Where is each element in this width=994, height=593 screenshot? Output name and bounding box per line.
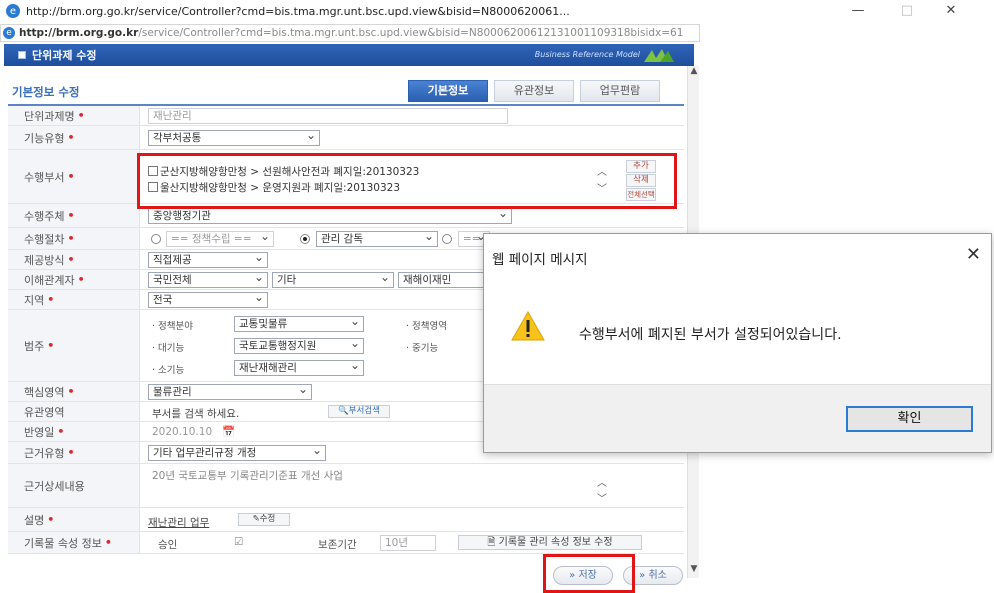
stakeholder-label: 이해관계자 • <box>8 270 140 289</box>
brm-logo-icon <box>644 49 674 62</box>
row-description: 설명 • 재난관리 업무 ✎수정 <box>8 508 684 532</box>
textarea-scroll-down-icon[interactable]: ﹀ <box>597 490 607 505</box>
row-record-attr: 기록물 속성 정보 • 승인 ☑ 보존기간 10년 🗎 기록물 관리 속성 정보 … <box>8 532 684 554</box>
calendar-icon[interactable]: 📅 <box>222 425 235 438</box>
address-bar[interactable]: e http://brm.org.go.kr/service/Controlle… <box>0 24 700 42</box>
procedure-radio-2[interactable] <box>300 234 310 244</box>
dialog-footer: 확인 <box>484 384 991 452</box>
retention-label: 보존기간 <box>318 539 357 551</box>
tab-manual[interactable]: 업무편람 <box>580 80 660 102</box>
func-type-label: 기능유형 • <box>8 126 140 149</box>
large-func-select[interactable]: 국토교통행정지원 <box>234 338 364 354</box>
related-area-label: 유관영역 <box>8 402 140 421</box>
url-path: /service/Controller?cmd=bis.tma.mgr.unt.… <box>138 27 684 39</box>
address-url: http://brm.org.go.kr/service/Controller?… <box>19 27 683 39</box>
dept-label: 수행부서 • <box>8 150 140 203</box>
page-title: 단위과제 수정 <box>32 49 97 62</box>
stakeholder-select-2[interactable]: 기타 <box>272 272 394 288</box>
approval-label: 승인 <box>158 539 178 551</box>
tab-basic-info[interactable]: 기본정보 <box>408 80 488 102</box>
approval-checkbox[interactable]: ☑ <box>234 536 243 548</box>
dept-highlight-box <box>137 153 677 209</box>
page-header: 단위과제 수정 Business Reference Model <box>4 44 694 66</box>
textarea-scroll-up-icon[interactable]: ︿ <box>597 474 607 489</box>
search-icon: 🔍 <box>338 406 349 416</box>
related-area-hint: 부서를 검색 하세요. <box>152 408 240 420</box>
procedure-label: 수행절차 • <box>8 228 140 249</box>
description-edit-button[interactable]: ✎수정 <box>238 513 290 526</box>
header-square-icon <box>18 51 26 59</box>
maximize-button[interactable]: □ <box>897 2 917 20</box>
brm-brand: Business Reference Model <box>534 50 640 59</box>
reflect-date-value[interactable]: 2020.10.10 <box>152 426 212 438</box>
description-value: 재난관리 업무 <box>148 517 210 529</box>
dialog-title: 웹 페이지 메시지 <box>492 252 588 268</box>
basis-detail-label: 근거상세내용 <box>8 464 140 507</box>
mid-func-label: · 중기능 <box>406 343 439 354</box>
basis-detail-textarea[interactable]: 20년 국토교통부 기록관리기준표 개선 사업 <box>152 468 343 483</box>
task-name-label: 단위과제명 • <box>8 106 140 125</box>
warning-icon <box>511 311 545 341</box>
task-name-input[interactable]: 재난관리 <box>148 108 508 124</box>
offer-method-select[interactable]: 직접제공 <box>148 252 268 268</box>
func-type-select[interactable]: 각부처공통 <box>148 130 320 146</box>
scroll-up-icon[interactable]: ▲ <box>688 66 700 80</box>
record-attr-label: 기록물 속성 정보 • <box>8 532 140 553</box>
minimize-button[interactable]: — <box>848 2 868 20</box>
row-basis-detail: 근거상세내용 20년 국토교통부 기록관리기준표 개선 사업 ︿ ﹀ <box>8 464 684 508</box>
edit-form: 단위과제명• 재난관리 기능유형• 각부처공통 수행부서• 군산지방해양항만청 … <box>8 104 684 554</box>
url-host: http://brm.org.go.kr <box>19 27 139 39</box>
actor-select[interactable]: 중앙행정기관 <box>148 208 512 224</box>
stakeholder-input[interactable]: 재해이재민 <box>398 272 484 288</box>
edit-icon: ✎ <box>252 514 260 524</box>
category-label: 범주 • <box>8 310 140 381</box>
basis-type-select[interactable]: 기타 업무관리규정 개정 <box>148 445 326 461</box>
window-title: http://brm.org.go.kr/service/Controller?… <box>26 4 570 18</box>
small-func-select[interactable]: 재난재해관리 <box>234 360 364 376</box>
core-area-label: 핵심영역 • <box>8 382 140 401</box>
window-titlebar: e http://brm.org.go.kr/service/Controlle… <box>0 0 994 22</box>
offer-method-label: 제공방식 • <box>8 250 140 269</box>
tab-related-info[interactable]: 유관정보 <box>494 80 574 102</box>
save-highlight-box <box>543 554 635 593</box>
dept-search-button[interactable]: 🔍부서검색 <box>328 405 390 418</box>
small-func-label: · 소기능 <box>152 365 185 376</box>
procedure-radio-3[interactable] <box>442 234 452 244</box>
section-title: 기본정보 수정 <box>12 85 80 99</box>
record-attr-edit-button[interactable]: 🗎 기록물 관리 속성 정보 수정 <box>458 535 642 550</box>
row-func-type: 기능유형 • 각부처공통 <box>8 126 684 150</box>
policy-field-select[interactable]: 교통및물류 <box>234 316 364 332</box>
policy-area-label: · 정책영역 <box>406 321 447 332</box>
retention-input[interactable]: 10년 <box>380 535 436 551</box>
page-icon: e <box>3 27 15 39</box>
description-label: 설명 • <box>8 508 140 531</box>
tab-bar: 기본정보 유관정보 업무편람 <box>408 80 660 102</box>
stakeholder-select-1[interactable]: 국민전체 <box>148 272 268 288</box>
actor-label: 수행주체 • <box>8 204 140 227</box>
dialog-message: 수행부서에 폐지된 부서가 설정되어있습니다. <box>579 327 842 343</box>
scroll-down-icon[interactable]: ▼ <box>688 564 700 578</box>
procedure-select-1[interactable]: == 정책수립 == <box>166 231 274 247</box>
message-dialog: 웹 페이지 메시지 ✕ 수행부서에 폐지된 부서가 설정되어있습니다. 확인 <box>483 233 992 453</box>
ok-button[interactable]: 확인 <box>846 406 973 432</box>
policy-field-label: · 정책분야 <box>152 321 193 332</box>
row-task-name: 단위과제명 • 재난관리 <box>8 106 684 126</box>
browser-icon: e <box>6 4 20 18</box>
large-func-label: · 대기능 <box>152 343 185 354</box>
window-close-button[interactable]: ✕ <box>941 2 961 20</box>
reflect-date-label: 반영일 • <box>8 422 140 441</box>
procedure-radio-1[interactable] <box>151 234 161 244</box>
region-select[interactable]: 전국 <box>148 292 268 308</box>
basis-type-label: 근거유형 • <box>8 442 140 463</box>
dialog-close-button[interactable]: ✕ <box>966 244 981 265</box>
core-area-select[interactable]: 물류관리 <box>148 384 312 400</box>
procedure-select-2[interactable]: 관리 감독 <box>316 231 438 247</box>
document-icon: 🗎 <box>487 537 499 548</box>
region-label: 지역 • <box>8 290 140 309</box>
